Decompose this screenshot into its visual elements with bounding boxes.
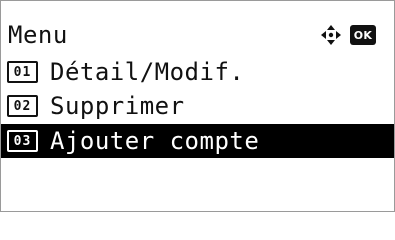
four-way-arrow-icon — [321, 25, 341, 45]
menu-item-label: Ajouter compte — [50, 127, 260, 155]
menu-item-ajouter-compte[interactable]: 03 Ajouter compte — [1, 124, 394, 158]
ok-key-icon: OK — [350, 25, 376, 45]
menu-item-label: Supprimer — [50, 92, 185, 120]
lcd-panel: Menu OK 01 Détail/Modif. 02 Supprimer 03… — [0, 0, 395, 212]
menu-item-supprimer[interactable]: 02 Supprimer — [7, 89, 394, 123]
item-number-badge: 01 — [7, 61, 38, 83]
screen-title: Menu — [8, 21, 68, 49]
item-number-badge: 02 — [7, 95, 38, 117]
menu-item-detail-modif[interactable]: 01 Détail/Modif. — [7, 55, 394, 89]
item-number-badge: 03 — [7, 130, 38, 152]
key-hints: OK — [320, 18, 376, 52]
header-bar: Menu OK — [7, 18, 394, 52]
menu-item-label: Détail/Modif. — [50, 58, 245, 86]
